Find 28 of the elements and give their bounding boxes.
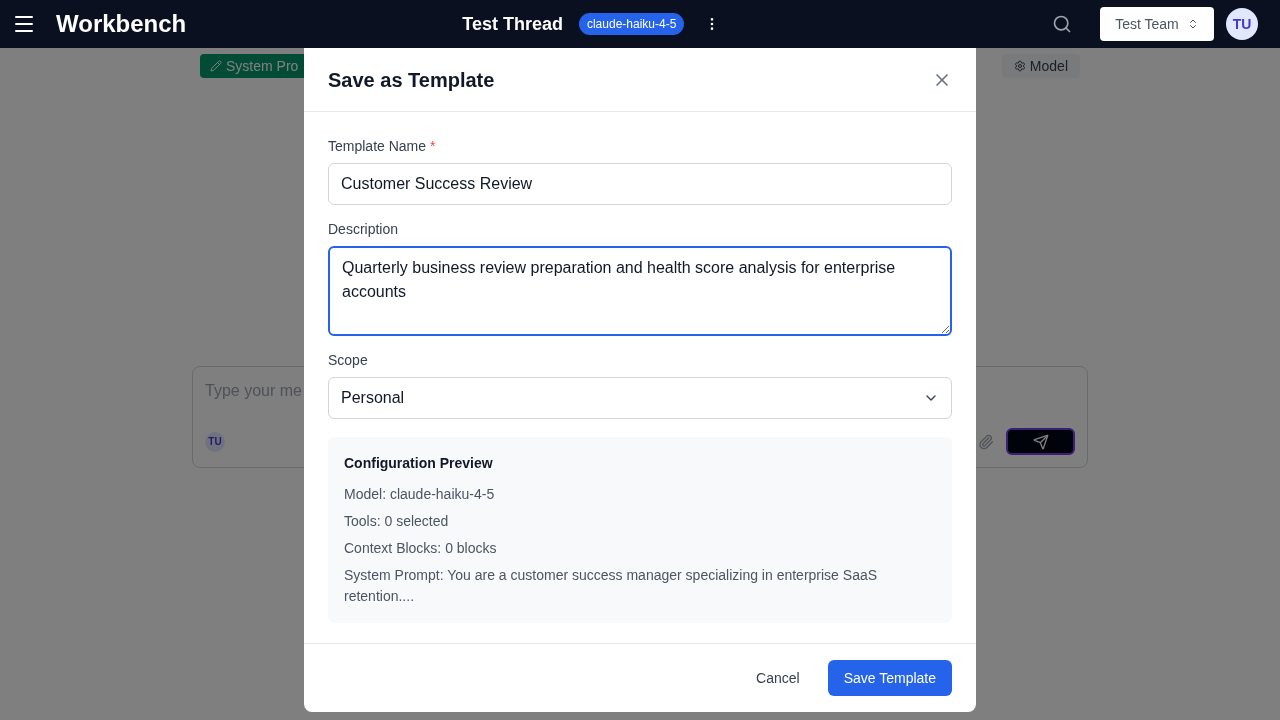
- user-avatar: TU: [205, 431, 225, 452]
- model-badge: claude-haiku-4-5: [578, 13, 685, 35]
- app-title: Workbench: [56, 9, 187, 39]
- preview-line: Model: claude-haiku-4-5: [344, 485, 496, 504]
- model-button[interactable]: Model: [1001, 54, 1080, 78]
- field-label: Scope: [328, 351, 368, 370]
- preview-title: Configuration Preview: [344, 454, 494, 473]
- scope-select[interactable]: Personal: [328, 377, 952, 419]
- search-icon[interactable]: [1052, 14, 1072, 34]
- template-name-input[interactable]: Customer Success Review: [328, 163, 952, 205]
- send-button[interactable]: [1006, 428, 1075, 455]
- team-selector[interactable]: Test Team: [1100, 7, 1214, 41]
- gear-icon: [1013, 60, 1026, 72]
- preview-line: System Prompt: You are a customer success manager specializing in enterprise SaaS retention....: [344, 566, 879, 606]
- preview-line: Tools: 0 selected: [344, 512, 450, 531]
- save-template-button[interactable]: Save Template: [827, 660, 952, 696]
- pencil-icon: [210, 60, 222, 72]
- user-avatar[interactable]: TU: [1226, 8, 1258, 40]
- cancel-button[interactable]: Cancel: [740, 660, 816, 696]
- field-label: Description: [328, 220, 399, 239]
- paperclip-icon[interactable]: [978, 433, 994, 450]
- field-label: Template Name: [328, 137, 427, 156]
- description-input[interactable]: Quarterly business review preparation and health score analysis for enterprise accounts: [328, 246, 952, 336]
- dialog-title: Save as Template: [328, 67, 495, 93]
- thread-title: Test Thread: [462, 12, 563, 36]
- required-mark: *: [430, 137, 436, 156]
- preview-line: Context Blocks: 0 blocks: [344, 539, 498, 558]
- send-icon: [1032, 433, 1049, 450]
